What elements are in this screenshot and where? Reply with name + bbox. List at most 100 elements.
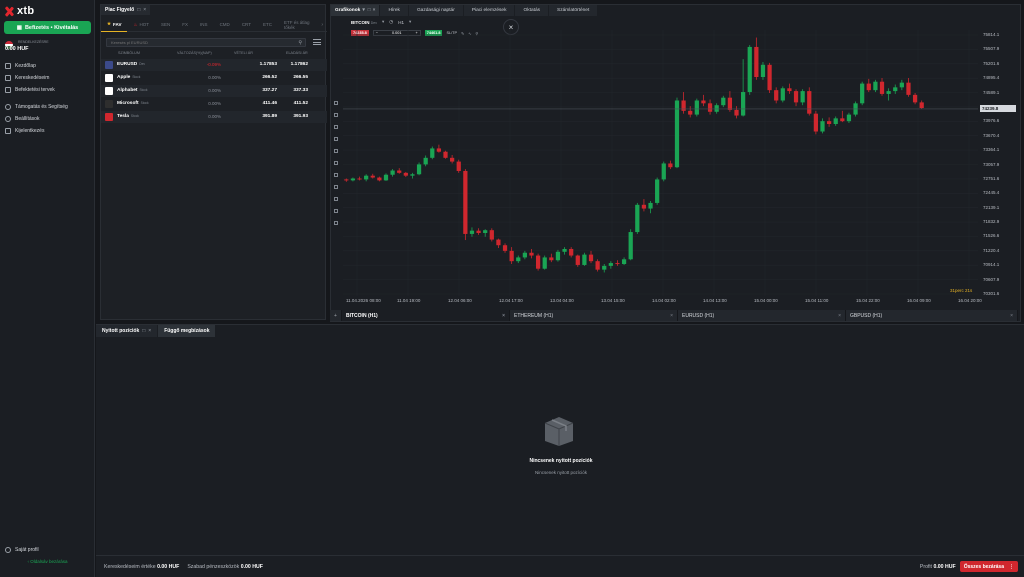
sell-price[interactable]: 1.17862: [280, 62, 308, 67]
search-icon[interactable]: ⚲: [298, 40, 302, 46]
detach-icon[interactable]: □: [142, 328, 145, 334]
sidebar-item-label: Támogatás és Segítség: [15, 104, 68, 110]
sell-price[interactable]: 266.55: [280, 75, 308, 80]
close-icon[interactable]: ×: [373, 8, 376, 13]
sell-button[interactable]: 74235.8: [351, 30, 369, 36]
tab-history[interactable]: Számlatörténet: [549, 5, 599, 16]
change-value: 0.00%: [208, 88, 221, 93]
buy-price[interactable]: 391.89: [249, 114, 277, 119]
fib-tool-icon[interactable]: [333, 149, 338, 153]
instrument-row[interactable]: Alphabet Stock 0.00% 337.27 337.33: [101, 85, 327, 97]
buy-price[interactable]: 411.46: [249, 101, 277, 106]
chevron-right-icon[interactable]: ›: [317, 22, 327, 28]
sidebar-item-label: Kijelentkezés: [15, 128, 45, 134]
tab-fx[interactable]: FX: [176, 18, 194, 32]
more-icon[interactable]: ⋮: [1009, 564, 1014, 570]
instrument-row[interactable]: Tesla Stock 0.00% 391.89 391.93: [101, 111, 327, 123]
sidebar-item-profile[interactable]: Saját profil: [4, 544, 91, 556]
measure-tool-icon[interactable]: [333, 185, 338, 189]
buy-price[interactable]: 266.52: [249, 75, 277, 80]
tab-fav[interactable]: ★ FAV: [101, 18, 128, 32]
collapse-sidebar-button[interactable]: ‹ Oldalsáv bezárása: [0, 559, 95, 564]
plus-icon[interactable]: +: [416, 31, 418, 35]
line-tool-icon[interactable]: [333, 125, 338, 129]
indicator-icon[interactable]: ∿: [468, 31, 471, 36]
cursor-tool-icon[interactable]: [333, 101, 338, 105]
sidebar-item-settings[interactable]: Beállítások: [4, 113, 91, 125]
instrument-row[interactable]: EURUSD Dev -0.09% 1.17853 1.17862: [101, 59, 327, 71]
crosshair-tool-icon[interactable]: [333, 113, 338, 117]
tab-pending-orders[interactable]: Függő megbízások: [158, 325, 217, 337]
wallet-icon: ▦: [16, 24, 22, 31]
close-icon[interactable]: ×: [838, 313, 841, 319]
search-icon[interactable]: ⚲: [475, 31, 478, 36]
magnet-tool-icon[interactable]: [333, 209, 338, 213]
change-value: 0.00%: [208, 114, 221, 119]
tab-crt[interactable]: CRT: [236, 18, 257, 32]
timeframe-selector[interactable]: H1: [398, 20, 404, 25]
time-tick-label: 16.04 20:00: [958, 298, 982, 303]
sell-price[interactable]: 391.93: [280, 114, 308, 119]
tab-charts[interactable]: Grafikonok ▾ □ ×: [331, 5, 381, 16]
instrument-row[interactable]: Microsoft Stock 0.00% 411.46 411.52: [101, 98, 327, 110]
minus-icon[interactable]: −: [376, 31, 378, 35]
tab-calendar[interactable]: Gazdasági naptár: [408, 5, 464, 16]
zoom-tool-icon[interactable]: [333, 197, 338, 201]
tab-cmd[interactable]: CMD: [214, 18, 236, 32]
list-view-icon[interactable]: [313, 39, 321, 46]
tab-sen[interactable]: SEN: [155, 18, 176, 32]
chart-tab-ethereum[interactable]: ETHEREUM (H1) ×: [510, 310, 678, 321]
tab-etc[interactable]: ETC: [257, 18, 278, 32]
sidebar-item-help[interactable]: Támogatás és Segítség: [4, 101, 91, 113]
tab-analysis[interactable]: Piaci elemzések: [463, 5, 516, 16]
clock-icon[interactable]: ◷: [389, 19, 393, 25]
buy-price[interactable]: 337.27: [249, 88, 277, 93]
close-icon[interactable]: ×: [148, 328, 151, 334]
close-all-button[interactable]: Összes bezárása ⋮: [959, 561, 1018, 572]
sidebar-item-trades[interactable]: Kereskedéseim: [4, 72, 91, 84]
sidebar-item-plans[interactable]: Befektetési tervek: [4, 84, 91, 96]
buy-button[interactable]: 74461.8: [424, 30, 443, 36]
close-chart-button[interactable]: ×: [503, 19, 519, 35]
table-header: SZIMBÓLUM VÁLTOZÁS(%)(NAP) VÉTELI ÁR ELA…: [101, 50, 327, 58]
pencil-icon[interactable]: ✎: [461, 31, 464, 36]
time-tick-label: 13.04 04:00: [550, 298, 574, 303]
close-icon[interactable]: ×: [670, 313, 673, 319]
detach-icon[interactable]: □: [137, 7, 140, 13]
tab-etf[interactable]: ETF és átlag tőkék: [278, 18, 317, 32]
text-tool-icon[interactable]: [333, 173, 338, 177]
current-price-label: 74239.8: [980, 105, 1016, 113]
tab-hot[interactable]: ♨ HOT: [127, 18, 155, 32]
deposit-label: Befizetés • Kivétalás: [24, 24, 79, 31]
buy-price[interactable]: 1.17853: [249, 62, 277, 67]
chart-tab-gbpusd[interactable]: GBPUSD (H1) ×: [846, 310, 1018, 321]
sell-price[interactable]: 337.33: [280, 88, 308, 93]
tab-market-watch[interactable]: Piac Figyelő □ ×: [101, 5, 151, 15]
close-icon[interactable]: ×: [502, 313, 505, 319]
sell-price[interactable]: 411.52: [280, 101, 308, 106]
tab-news[interactable]: Hírek: [380, 5, 409, 16]
close-icon[interactable]: ×: [1010, 313, 1013, 319]
lock-tool-icon[interactable]: [333, 221, 338, 225]
tab-ins[interactable]: INS: [194, 18, 214, 32]
positions-panel: Nyitott pozíciók □ × Függő megbízások Ni…: [96, 324, 1024, 577]
detach-icon[interactable]: □: [368, 8, 371, 13]
add-chart-button[interactable]: +: [330, 310, 342, 321]
chart-tabs: + BITCOIN (H1) × ETHEREUM (H1) × EURUSD …: [330, 310, 1021, 321]
sidebar-item-logout[interactable]: Kijelentkezés: [4, 125, 91, 137]
instrument-row[interactable]: Apple Stock 0.00% 266.52 266.55: [101, 72, 327, 84]
trend-tool-icon[interactable]: [333, 137, 338, 141]
sidebar-item-home[interactable]: Kezdőlap: [4, 60, 91, 72]
tab-education[interactable]: Oktatás: [515, 5, 550, 16]
chart-tab-bitcoin[interactable]: BITCOIN (H1) ×: [342, 310, 510, 321]
search-input[interactable]: [111, 40, 291, 45]
deposit-withdraw-button[interactable]: ▦ Befizetés • Kivétalás: [4, 21, 91, 34]
chart-tab-eurusd[interactable]: EURUSD (H1) ×: [678, 310, 846, 321]
shape-tool-icon[interactable]: [333, 161, 338, 165]
tab-open-positions[interactable]: Nyitott pozíciók □ ×: [96, 325, 159, 337]
sltp-button[interactable]: SL/TP: [446, 31, 457, 35]
chart-symbol[interactable]: BITCOIN Dev: [351, 20, 377, 25]
xtb-logo[interactable]: xtb: [4, 5, 34, 17]
volume-stepper[interactable]: − 0.001 +: [372, 30, 421, 36]
close-icon[interactable]: ×: [143, 7, 146, 13]
